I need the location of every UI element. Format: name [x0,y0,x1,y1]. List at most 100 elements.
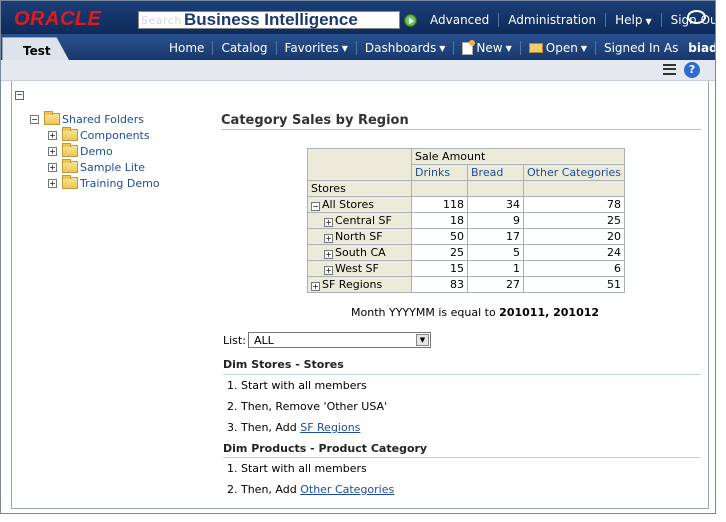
filter-values: 201011, 201012 [499,306,600,319]
row-header-all-stores[interactable]: − All Stores [307,196,412,213]
folder-icon [62,143,78,157]
chat-bubble-icon[interactable] [687,10,706,24]
row-header-west-sf[interactable]: + West SF [307,260,412,277]
table-cell: 24 [522,244,626,261]
folder-icon [62,127,78,141]
expand-icon[interactable]: + [48,162,57,172]
product-title: Business Intelligence [184,10,358,29]
corner-cell [307,148,412,181]
administration-link[interactable]: Administration [498,13,605,27]
table-cell: 78 [522,196,626,213]
table-row: − All Stores 118 34 78 [307,196,626,213]
column-header-bread[interactable]: Bread [467,164,524,181]
collapse-icon[interactable]: − [30,114,39,124]
sf-regions-link[interactable]: SF Regions [300,421,360,434]
search-label: Search [141,14,182,27]
page-toolbar: ? [1,60,715,81]
open-menu[interactable]: Open ▼ [519,41,595,55]
advanced-link[interactable]: Advanced [421,13,498,27]
table-cell: 1 [467,260,524,277]
tree-item-components[interactable]: + Components [48,127,160,143]
divider [223,457,701,458]
table-cell: 25 [411,244,468,261]
play-circle-icon[interactable] [404,14,417,27]
table-cell: 15 [411,260,468,277]
row-header-north-sf[interactable]: + North SF [307,228,412,245]
collapse-icon[interactable]: − [311,202,320,211]
table-row: + South CA 25 5 24 [307,244,626,261]
section-heading-products: Dim Products - Product Category [223,442,428,455]
tree-item-demo[interactable]: + Demo [48,143,160,159]
oracle-logo: ORACLE [14,8,102,30]
user-menu[interactable]: Signed In As biadmin [594,41,715,55]
expand-icon[interactable]: + [324,266,333,275]
table-row: + SF Regions 83 27 51 [307,276,626,293]
chevron-down-icon: ▼ [341,43,348,53]
folder-icon [62,159,78,173]
chevron-down-icon[interactable]: ▼ [416,334,429,346]
row-dimension-header: Stores [307,180,412,197]
list-selected-value: ALL [254,334,274,347]
table-cell: 9 [467,212,524,229]
table-cell: 5 [467,244,524,261]
folder-icon [62,175,78,189]
step-text: 2. Then, Remove 'Other USA' [227,400,388,413]
report-title: Category Sales by Region [221,113,409,128]
expand-icon[interactable]: + [311,282,320,291]
section-heading-stores: Dim Stores - Stores [223,358,344,371]
column-header-other-categories[interactable]: Other Categories [522,164,626,181]
help-menu[interactable]: Help ▼ [605,13,661,27]
list-icon[interactable] [663,64,676,75]
list-dropdown[interactable]: ALL ▼ [248,332,431,348]
expand-icon[interactable]: + [324,234,333,243]
search-input[interactable]: Search Business Intelligence [138,10,400,29]
step-text: 1. Start with all members [227,462,367,475]
row-header-sf-regions[interactable]: + SF Regions [307,276,412,293]
table-cell: 25 [522,212,626,229]
table-cell: 50 [411,228,468,245]
tree-item-sample-lite[interactable]: + Sample Lite [48,159,160,175]
expand-icon[interactable]: + [324,218,333,227]
help-icon[interactable]: ? [684,62,700,78]
catalog-link[interactable]: Catalog [212,41,275,55]
chevron-down-icon: ▼ [580,43,587,53]
expand-icon[interactable]: + [48,178,57,188]
global-links: Advanced Administration Help▼ Sign Out [421,13,715,27]
table-cell: 20 [522,228,626,245]
catalog-tree: − Shared Folders + Components + Demo + S… [30,111,160,191]
row-header-central-sf[interactable]: + Central SF [307,212,412,229]
table-cell: 51 [522,276,626,293]
table-row: + Central SF 18 9 25 [307,212,626,229]
tree-item-shared-folders[interactable]: − Shared Folders [30,111,160,127]
new-menu[interactable]: New ▼ [453,39,519,55]
table-row: + North SF 50 17 20 [307,228,626,245]
table-cell: 34 [467,196,524,213]
nav-links: Home Catalog Favorites ▼ Dashboards ▼ New ▼… [161,39,715,55]
table-cell: 83 [411,276,468,293]
main-nav: Test Home Catalog Favorites ▼ Dashboards ▼… [1,34,715,62]
expand-icon[interactable]: + [324,250,333,259]
chevron-down-icon: ▼ [645,17,652,26]
expand-icon[interactable]: + [48,146,57,156]
dashboards-menu[interactable]: Dashboards ▼ [355,41,454,55]
home-link[interactable]: Home [161,41,212,55]
tab-test[interactable]: Test [2,37,70,62]
table-cell: 17 [467,228,524,245]
tree-item-training-demo[interactable]: + Training Demo [48,175,160,191]
step-text: 2. Then, Add Other Categories [227,483,395,496]
browser-frame: ORACLE Search Business Intelligence Adva… [0,0,716,514]
open-folder-icon [528,43,543,53]
measure-header: Sale Amount [410,148,626,165]
favorites-menu[interactable]: Favorites ▼ [275,41,356,55]
new-document-icon [462,39,476,55]
divider [223,374,701,375]
global-header: ORACLE Search Business Intelligence Adva… [1,1,715,34]
row-header-south-ca[interactable]: + South CA [307,244,412,261]
expand-icon[interactable]: + [48,130,57,140]
table-cell: 118 [411,196,468,213]
list-label: List: [223,334,246,347]
user-name: biadmin [688,41,715,55]
other-categories-link[interactable]: Other Categories [300,483,394,496]
column-header-drinks[interactable]: Drinks [411,164,468,181]
collapse-section-toggle[interactable]: − [15,91,24,100]
